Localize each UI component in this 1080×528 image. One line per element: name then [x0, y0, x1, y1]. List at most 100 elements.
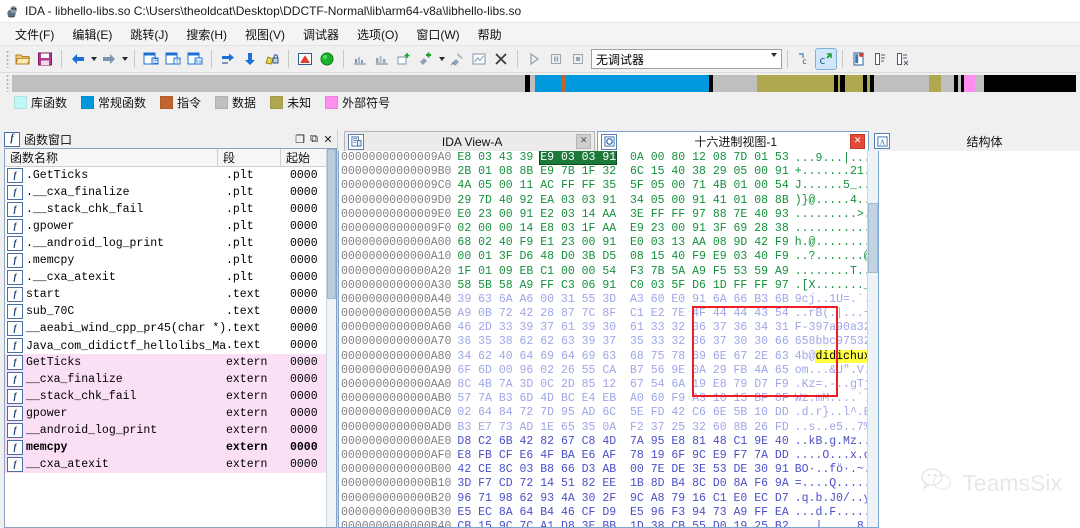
stop-button[interactable] — [568, 49, 588, 69]
table-row[interactable]: f .gpower .plt 0000 — [5, 218, 336, 235]
chart-window-button[interactable] — [469, 49, 489, 69]
hex-dump[interactable]: 00000000000009A0 E8 03 43 39 E9 03 03 91 … — [339, 151, 868, 527]
tab-close-icon[interactable]: ✕ — [850, 134, 866, 149]
table-row[interactable]: f .__android_log_print .plt 0000 — [5, 235, 336, 252]
tab-close-icon[interactable]: ✕ — [576, 134, 592, 149]
tab-ida-view-a[interactable]: IDA View-A ✕ — [344, 131, 596, 151]
hex-row[interactable]: 0000000000000A60 46 2D 33 39 37 61 39 30 … — [339, 321, 868, 335]
close-button[interactable]: ✕ — [321, 132, 335, 146]
hex-row[interactable]: 0000000000000A30 58 5B 58 A9 FF C3 06 91 … — [339, 279, 868, 293]
hex-row[interactable]: 00000000000009D0 29 7D 40 92 EA 03 03 91 … — [339, 194, 868, 208]
maximize-button[interactable]: ❐ — [293, 132, 307, 146]
column-header-segment[interactable]: 段 — [218, 149, 281, 166]
menu-debugger[interactable]: 调试器 — [294, 24, 348, 45]
hex-view-pane[interactable]: 00000000000009A0 E8 03 43 39 E9 03 03 91 … — [338, 151, 879, 528]
flow-chart-button[interactable] — [372, 49, 392, 69]
table-row[interactable]: f sub_70C .text 0000 — [5, 303, 336, 320]
run-green-button[interactable] — [317, 49, 337, 69]
hex-row[interactable]: 0000000000000AA0 8C 4B 7A 3D 0C 2D 85 12 … — [339, 378, 868, 392]
add-breakpoint-button[interactable] — [416, 49, 436, 69]
hex-row[interactable]: 0000000000000A70 36 35 38 62 62 63 39 37 … — [339, 335, 868, 349]
navband-grip[interactable] — [6, 74, 10, 92]
table-row[interactable]: f .__cxa_finalize .plt 0000 — [5, 184, 336, 201]
hex-row[interactable]: 0000000000000B20 96 71 98 62 93 4A 30 2F … — [339, 492, 868, 506]
table-row[interactable]: f gpower extern 0000 — [5, 405, 336, 422]
code-view-button[interactable]: 田 — [141, 49, 161, 69]
hex-row[interactable]: 0000000000000A90 6F 6D 00 96 02 26 55 CA … — [339, 364, 868, 378]
toolbar-grip[interactable] — [6, 50, 10, 68]
table-row[interactable]: f __stack_chk_fail extern 0000 — [5, 388, 336, 405]
table-row[interactable]: f .__cxa_atexit .plt 0000 — [5, 269, 336, 286]
nav-back-button[interactable] — [68, 49, 88, 69]
text-view-button[interactable]: T — [163, 49, 183, 69]
float-button[interactable]: ⧉ — [307, 132, 321, 146]
hex-row[interactable]: 0000000000000B40 CB 15 9C 7C A1 D8 3E BB … — [339, 520, 868, 527]
lock-highlight-button[interactable] — [262, 49, 282, 69]
hex-view-button[interactable]: hx — [185, 49, 205, 69]
table-row[interactable]: f __android_log_print extern 0000 — [5, 422, 336, 439]
functions-scrollbar-thumb[interactable] — [327, 149, 336, 299]
hex-row[interactable]: 0000000000000AD0 B3 E7 73 AD 1E 65 35 0A … — [339, 421, 868, 435]
hex-row[interactable]: 00000000000009A0 E8 03 43 39 E9 03 03 91 … — [339, 151, 868, 165]
hex-vertical-scrollbar[interactable] — [867, 151, 878, 527]
table-row[interactable]: f __cxa_atexit extern 0000 — [5, 456, 336, 473]
table-row[interactable]: f .memcpy .plt 0000 — [5, 252, 336, 269]
save-file-button[interactable] — [35, 49, 55, 69]
navigation-band[interactable] — [12, 74, 1076, 92]
menu-options[interactable]: 选项(O) — [348, 24, 407, 45]
menu-file[interactable]: 文件(F) — [6, 24, 63, 45]
hex-row[interactable]: 0000000000000A50 A9 0B 72 42 28 87 7C 8F … — [339, 307, 868, 321]
structures-pane[interactable]: TeamsSix — [879, 151, 1080, 528]
graph-view-button[interactable] — [350, 49, 370, 69]
table-row[interactable]: f .GetTicks .plt 0000 — [5, 167, 336, 184]
hex-row[interactable]: 0000000000000A40 39 63 6A A6 00 31 55 3D … — [339, 293, 868, 307]
hex-row[interactable]: 00000000000009B0 2B 01 08 8B E9 7B 1F 32 … — [339, 165, 868, 179]
nav-back-dropdown[interactable] — [89, 49, 98, 69]
step-into-button[interactable]: c — [794, 49, 814, 69]
step-over-button[interactable]: c — [815, 48, 837, 70]
tab-structures[interactable]: A 结构体 — [871, 131, 1078, 151]
xrefs-button[interactable] — [394, 49, 414, 69]
hex-row[interactable]: 0000000000000AB0 57 7A B3 6D 4D BC E4 EB … — [339, 392, 868, 406]
functions-vertical-scrollbar[interactable] — [326, 149, 336, 527]
table-row[interactable]: f start .text 0000 — [5, 286, 336, 303]
menu-view[interactable]: 视图(V) — [236, 24, 294, 45]
pin-button[interactable] — [447, 49, 467, 69]
down-arrow-button[interactable] — [240, 49, 260, 69]
warning-button[interactable] — [295, 49, 315, 69]
menu-window[interactable]: 窗口(W) — [407, 24, 468, 45]
table-row[interactable]: f memcpy extern 0000 — [5, 439, 336, 456]
hex-row[interactable]: 0000000000000B00 42 CE 8C 03 B8 66 D3 AB … — [339, 463, 868, 477]
hex-row[interactable]: 00000000000009E0 E0 23 00 91 E2 03 14 AA … — [339, 208, 868, 222]
debugger-select[interactable]: 无调试器 — [591, 49, 782, 71]
jump-button[interactable] — [218, 49, 238, 69]
functions-list[interactable]: f .GetTicks .plt 0000 f .__cxa_finalize .plt 00… — [5, 167, 336, 527]
hex-row[interactable]: 0000000000000AF0 E8 FB CF E6 4F BA E6 AF … — [339, 449, 868, 463]
hex-scrollbar-thumb[interactable] — [868, 203, 878, 273]
hex-row[interactable]: 00000000000009C0 4A 05 00 11 AC FF FF 35 … — [339, 179, 868, 193]
hex-row[interactable]: 0000000000000A10 00 01 3F D6 48 D0 3B D5 … — [339, 250, 868, 264]
table-row[interactable]: f .__stack_chk_fail .plt 0000 — [5, 201, 336, 218]
table-row[interactable]: f __aeabi_wind_cpp_pr45(char *) .text 0000 — [5, 320, 336, 337]
run-button[interactable] — [524, 49, 544, 69]
tab-hex-view-1[interactable]: 十六进制视图-1 ✕ — [597, 131, 870, 151]
pause-button[interactable] — [546, 49, 566, 69]
menu-help[interactable]: 帮助 — [469, 24, 511, 45]
hex-row[interactable]: 0000000000000B10 3D F7 CD 72 14 51 82 EE … — [339, 477, 868, 491]
open-file-button[interactable] — [13, 49, 33, 69]
nav-forward-button[interactable] — [99, 49, 119, 69]
hex-row[interactable]: 0000000000000AE0 D8 C2 6B 42 82 67 C8 4D … — [339, 435, 868, 449]
stack-trace-button[interactable] — [893, 49, 913, 69]
menu-edit[interactable]: 编辑(E) — [63, 24, 121, 45]
run-to-cursor-button[interactable] — [849, 49, 869, 69]
table-row[interactable]: fJava_com_didictf_hellolibs_MainActivit⋯… — [5, 337, 336, 354]
menu-jump[interactable]: 跳转(J) — [121, 24, 177, 45]
table-row[interactable]: f GetTicks extern 0000 — [5, 354, 336, 371]
table-row[interactable]: f __cxa_finalize extern 0000 — [5, 371, 336, 388]
breakpoint-dropdown[interactable] — [437, 49, 446, 69]
hex-row[interactable]: 0000000000000B30 E5 EC 8A 64 B4 46 CF D9 … — [339, 506, 868, 520]
column-header-name[interactable]: 函数名称 — [5, 149, 219, 166]
step-out-button[interactable] — [871, 49, 891, 69]
nav-forward-dropdown[interactable] — [120, 49, 129, 69]
delete-button[interactable] — [491, 49, 511, 69]
